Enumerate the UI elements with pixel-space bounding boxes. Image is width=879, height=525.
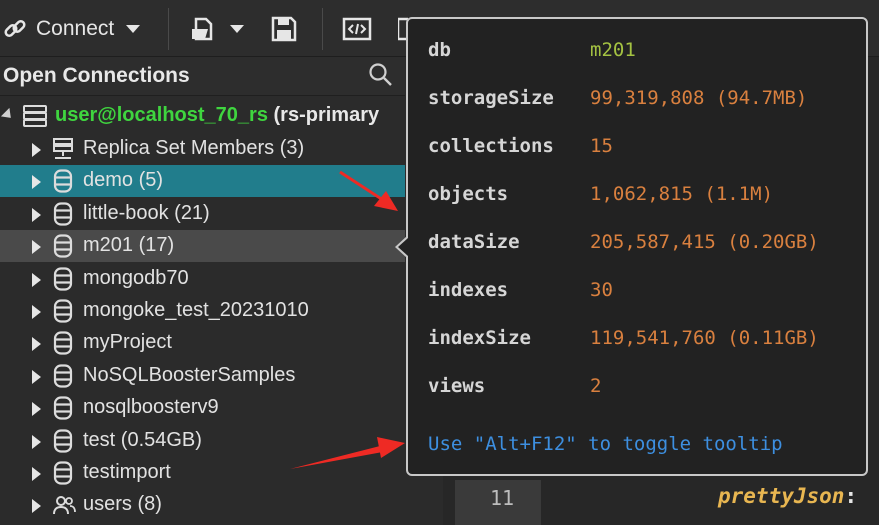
connection-suffix: (rs-primary — [273, 104, 380, 126]
database-tooltip: db m201 storageSize 99,319,808 (94.7MB) coll… — [406, 17, 868, 476]
tooltip-value: m201 — [590, 39, 636, 61]
tooltip-hint: Use "Alt+F12" to toggle tooltip — [428, 433, 783, 455]
database-icon — [52, 396, 74, 420]
database-icon — [52, 202, 74, 226]
connection-root[interactable]: user@localhost_70_rs (rs-primary — [0, 100, 405, 132]
tooltip-key: views — [428, 375, 486, 397]
tree-item[interactable]: Replica Set Members (3) — [0, 133, 405, 165]
tree-item-label: mongodb70 — [83, 266, 189, 289]
tree-item-label: nosqlboosterv9 — [83, 396, 219, 419]
tooltip-key: dataSize — [428, 231, 520, 253]
database-icon — [52, 428, 74, 453]
tooltip-value: 30 — [590, 279, 613, 301]
tooltip-key: storageSize — [428, 87, 554, 109]
expand-toggle-icon[interactable] — [0, 107, 16, 123]
open-file-icon — [192, 17, 213, 41]
tooltip-value: 99,319,808 (94.7MB) — [590, 87, 808, 109]
expand-arrow-icon[interactable] — [32, 434, 41, 449]
tree-item-label: mongoke_test_20231010 — [83, 299, 309, 321]
expand-arrow-icon[interactable] — [32, 272, 41, 287]
connection-user: user@localhost_70_rs — [55, 104, 268, 126]
expand-arrow-icon[interactable] — [32, 240, 41, 255]
tooltip-value: 205,587,415 (0.20GB) — [590, 231, 819, 253]
tree-item[interactable]: m201 (17) — [0, 230, 405, 263]
tree-item[interactable]: little-book (21) — [0, 198, 405, 230]
database-icon — [52, 331, 74, 355]
database-icon — [52, 266, 74, 291]
code-view-button[interactable] — [342, 12, 372, 46]
expand-arrow-icon[interactable] — [32, 467, 41, 481]
tree-item[interactable]: testimport — [0, 457, 405, 489]
tree-item[interactable]: demo (5) — [0, 165, 405, 198]
tooltip-value: 2 — [590, 375, 602, 397]
link-icon — [4, 19, 26, 38]
expand-arrow-icon[interactable] — [32, 207, 41, 222]
tooltip-key: collections — [428, 135, 554, 157]
tree-item-label: NoSQLBoosterSamples — [83, 363, 296, 386]
tooltip-value: 1,062,815 (1.1M) — [590, 183, 774, 205]
expand-arrow-icon[interactable] — [32, 143, 41, 157]
database-icon — [52, 364, 74, 388]
tree-item-label: testimport — [83, 461, 171, 483]
tooltip-key: indexSize — [428, 327, 531, 349]
save-icon — [271, 16, 297, 42]
code-line[interactable]: prettyJson: — [718, 484, 857, 508]
chevron-down-icon[interactable] — [230, 25, 244, 33]
server-icon — [22, 104, 48, 133]
expand-arrow-icon[interactable] — [32, 499, 41, 514]
database-icon — [52, 234, 74, 258]
connect-label: Connect — [36, 17, 115, 40]
tree-item[interactable]: NoSQLBoosterSamples — [0, 360, 405, 392]
code-colon: : — [844, 484, 858, 508]
save-button[interactable] — [270, 12, 298, 46]
expand-arrow-icon[interactable] — [32, 402, 41, 417]
expand-arrow-icon[interactable] — [32, 337, 41, 352]
line-number: 11 — [490, 486, 515, 510]
tree-item[interactable]: myProject — [0, 327, 405, 359]
tree-item[interactable]: test (0.54GB) — [0, 425, 405, 457]
tree-item-label: little-book (21) — [83, 201, 210, 224]
database-icon — [52, 461, 74, 485]
tree-item-label: Replica Set Members (3) — [83, 137, 305, 159]
expand-arrow-icon[interactable] — [32, 175, 41, 190]
tree-item[interactable]: nosqlboosterv9 — [0, 392, 405, 424]
connect-button[interactable]: Connect — [2, 12, 141, 46]
toolbar-divider — [322, 8, 323, 50]
tree-item-label: m201 (17) — [83, 234, 175, 257]
expand-arrow-icon[interactable] — [32, 305, 41, 319]
open-file-button[interactable] — [190, 12, 244, 46]
tree-item-label: users (8) — [83, 493, 162, 516]
tree-item-label: test (0.54GB) — [83, 428, 202, 451]
open-connections-header: Open Connections — [0, 57, 405, 96]
code-text: prettyJson — [718, 484, 845, 508]
tree-item[interactable]: users (8) — [0, 489, 405, 521]
connection-label: user@localhost_70_rs (rs-primary — [55, 104, 379, 127]
users-icon — [52, 493, 76, 517]
tooltip-key: db — [428, 39, 451, 61]
database-icon — [52, 299, 74, 323]
database-icon — [52, 169, 74, 193]
tree-item[interactable]: mongodb70 — [0, 263, 405, 295]
search-icon — [369, 63, 392, 86]
tooltip-key: indexes — [428, 279, 509, 301]
server-icon — [52, 137, 74, 161]
tooltip-value: 119,541,760 (0.11GB) — [590, 327, 819, 349]
tree-item-label: myProject — [83, 331, 172, 354]
tooltip-pointer-inner — [398, 238, 408, 256]
tree-item-label: demo (5) — [83, 169, 164, 192]
tooltip-value: 15 — [590, 135, 613, 157]
code-icon — [342, 17, 372, 41]
chevron-down-icon[interactable] — [126, 25, 141, 33]
panel-title: Open Connections — [3, 64, 190, 87]
tooltip-key: objects — [428, 183, 509, 205]
toolbar-divider — [168, 8, 169, 50]
tree-item[interactable]: mongoke_test_20231010 — [0, 295, 405, 327]
search-button[interactable] — [368, 62, 394, 93]
expand-arrow-icon[interactable] — [32, 369, 41, 384]
